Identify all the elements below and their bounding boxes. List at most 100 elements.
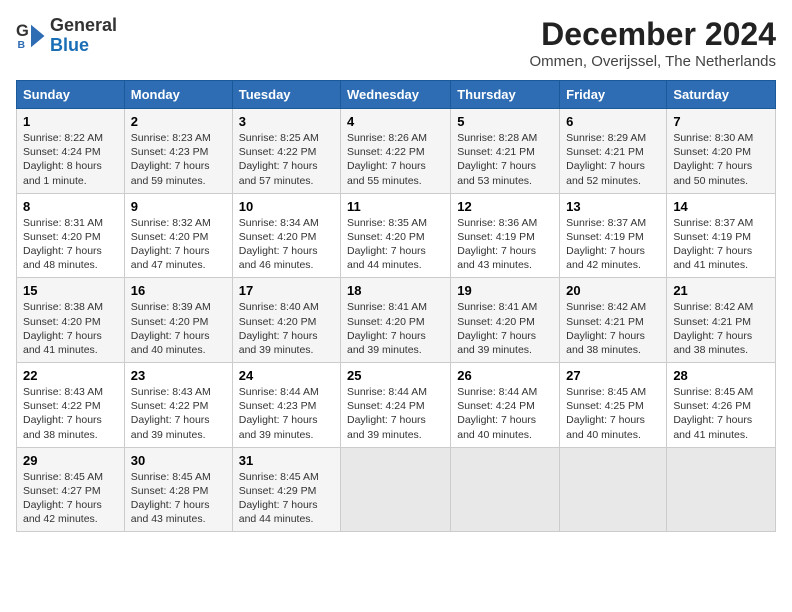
day-info: Sunrise: 8:37 AM Sunset: 4:19 PM Dayligh… bbox=[673, 216, 769, 273]
calendar-cell: 24 Sunrise: 8:44 AM Sunset: 4:23 PM Dayli… bbox=[232, 363, 340, 448]
calendar-cell: 16 Sunrise: 8:39 AM Sunset: 4:20 PM Dayli… bbox=[124, 278, 232, 363]
day-info: Sunrise: 8:41 AM Sunset: 4:20 PM Dayligh… bbox=[457, 300, 553, 357]
day-info: Sunrise: 8:28 AM Sunset: 4:21 PM Dayligh… bbox=[457, 131, 553, 188]
day-of-week-saturday: Saturday bbox=[667, 81, 776, 109]
calendar-cell: 26 Sunrise: 8:44 AM Sunset: 4:24 PM Dayli… bbox=[451, 363, 560, 448]
day-number: 30 bbox=[131, 453, 226, 468]
calendar-cell: 20 Sunrise: 8:42 AM Sunset: 4:21 PM Dayli… bbox=[560, 278, 667, 363]
day-info: Sunrise: 8:31 AM Sunset: 4:20 PM Dayligh… bbox=[23, 216, 118, 273]
day-number: 11 bbox=[347, 199, 444, 214]
logo-icon: G B bbox=[16, 21, 46, 51]
day-number: 17 bbox=[239, 283, 334, 298]
day-number: 29 bbox=[23, 453, 118, 468]
calendar-cell bbox=[341, 447, 451, 532]
day-info: Sunrise: 8:44 AM Sunset: 4:24 PM Dayligh… bbox=[347, 385, 444, 442]
calendar-cell: 25Sunrise: 8:44 AM Sunset: 4:24 PM Dayli… bbox=[341, 363, 451, 448]
logo-blue-text: Blue bbox=[50, 36, 117, 56]
day-info: Sunrise: 8:41 AM Sunset: 4:20 PM Dayligh… bbox=[347, 300, 444, 357]
calendar-cell: 31Sunrise: 8:45 AM Sunset: 4:29 PM Dayli… bbox=[232, 447, 340, 532]
day-number: 8 bbox=[23, 199, 118, 214]
calendar-week-1: 1Sunrise: 8:22 AM Sunset: 4:24 PM Daylig… bbox=[17, 109, 776, 194]
day-number: 28 bbox=[673, 368, 769, 383]
calendar-week-5: 29 Sunrise: 8:45 AM Sunset: 4:27 PM Dayli… bbox=[17, 447, 776, 532]
day-info: Sunrise: 8:45 AM Sunset: 4:29 PM Dayligh… bbox=[239, 470, 334, 527]
day-number: 4 bbox=[347, 114, 444, 129]
day-number: 5 bbox=[457, 114, 553, 129]
day-of-week-sunday: Sunday bbox=[17, 81, 125, 109]
calendar-cell: 11 Sunrise: 8:35 AM Sunset: 4:20 PM Dayli… bbox=[341, 193, 451, 278]
day-info: Sunrise: 8:30 AM Sunset: 4:20 PM Dayligh… bbox=[673, 131, 769, 188]
day-info: Sunrise: 8:37 AM Sunset: 4:19 PM Dayligh… bbox=[566, 216, 660, 273]
day-number: 18 bbox=[347, 283, 444, 298]
day-number: 12 bbox=[457, 199, 553, 214]
svg-text:B: B bbox=[18, 39, 26, 51]
calendar-cell: 6Sunrise: 8:29 AM Sunset: 4:21 PM Daylig… bbox=[560, 109, 667, 194]
calendar-cell bbox=[560, 447, 667, 532]
day-info: Sunrise: 8:45 AM Sunset: 4:28 PM Dayligh… bbox=[131, 470, 226, 527]
day-info: Sunrise: 8:32 AM Sunset: 4:20 PM Dayligh… bbox=[131, 216, 226, 273]
calendar-cell: 1Sunrise: 8:22 AM Sunset: 4:24 PM Daylig… bbox=[17, 109, 125, 194]
day-number: 14 bbox=[673, 199, 769, 214]
calendar-week-3: 15 Sunrise: 8:38 AM Sunset: 4:20 PM Dayli… bbox=[17, 278, 776, 363]
calendar-cell: 15 Sunrise: 8:38 AM Sunset: 4:20 PM Dayli… bbox=[17, 278, 125, 363]
day-info: Sunrise: 8:44 AM Sunset: 4:24 PM Dayligh… bbox=[457, 385, 553, 442]
calendar-cell: 8 Sunrise: 8:31 AM Sunset: 4:20 PM Daylig… bbox=[17, 193, 125, 278]
calendar-cell: 23Sunrise: 8:43 AM Sunset: 4:22 PM Dayli… bbox=[124, 363, 232, 448]
calendar-cell: 29 Sunrise: 8:45 AM Sunset: 4:27 PM Dayli… bbox=[17, 447, 125, 532]
page-header: G B General Blue December 2024 Ommen, Ov… bbox=[16, 16, 776, 70]
day-of-week-tuesday: Tuesday bbox=[232, 81, 340, 109]
day-info: Sunrise: 8:40 AM Sunset: 4:20 PM Dayligh… bbox=[239, 300, 334, 357]
day-number: 24 bbox=[239, 368, 334, 383]
day-info: Sunrise: 8:26 AM Sunset: 4:22 PM Dayligh… bbox=[347, 131, 444, 188]
calendar-cell: 19Sunrise: 8:41 AM Sunset: 4:20 PM Dayli… bbox=[451, 278, 560, 363]
day-number: 15 bbox=[23, 283, 118, 298]
day-number: 20 bbox=[566, 283, 660, 298]
day-info: Sunrise: 8:23 AM Sunset: 4:23 PM Dayligh… bbox=[131, 131, 226, 188]
day-info: Sunrise: 8:44 AM Sunset: 4:23 PM Dayligh… bbox=[239, 385, 334, 442]
calendar-week-2: 8 Sunrise: 8:31 AM Sunset: 4:20 PM Daylig… bbox=[17, 193, 776, 278]
day-number: 1 bbox=[23, 114, 118, 129]
svg-text:G: G bbox=[16, 22, 29, 40]
day-info: Sunrise: 8:34 AM Sunset: 4:20 PM Dayligh… bbox=[239, 216, 334, 273]
day-number: 2 bbox=[131, 114, 226, 129]
calendar-cell bbox=[451, 447, 560, 532]
day-of-week-monday: Monday bbox=[124, 81, 232, 109]
calendar-cell: 13Sunrise: 8:37 AM Sunset: 4:19 PM Dayli… bbox=[560, 193, 667, 278]
month-title: December 2024 bbox=[530, 16, 776, 53]
day-info: Sunrise: 8:45 AM Sunset: 4:27 PM Dayligh… bbox=[23, 470, 118, 527]
calendar-cell: 14 Sunrise: 8:37 AM Sunset: 4:19 PM Dayli… bbox=[667, 193, 776, 278]
day-number: 27 bbox=[566, 368, 660, 383]
calendar-cell: 17 Sunrise: 8:40 AM Sunset: 4:20 PM Dayli… bbox=[232, 278, 340, 363]
day-number: 26 bbox=[457, 368, 553, 383]
day-number: 6 bbox=[566, 114, 660, 129]
day-number: 21 bbox=[673, 283, 769, 298]
calendar-week-4: 22 Sunrise: 8:43 AM Sunset: 4:22 PM Dayli… bbox=[17, 363, 776, 448]
day-number: 10 bbox=[239, 199, 334, 214]
day-info: Sunrise: 8:42 AM Sunset: 4:21 PM Dayligh… bbox=[673, 300, 769, 357]
day-info: Sunrise: 8:25 AM Sunset: 4:22 PM Dayligh… bbox=[239, 131, 334, 188]
calendar-cell: 2 Sunrise: 8:23 AM Sunset: 4:23 PM Daylig… bbox=[124, 109, 232, 194]
day-info: Sunrise: 8:45 AM Sunset: 4:26 PM Dayligh… bbox=[673, 385, 769, 442]
day-info: Sunrise: 8:38 AM Sunset: 4:20 PM Dayligh… bbox=[23, 300, 118, 357]
day-info: Sunrise: 8:43 AM Sunset: 4:22 PM Dayligh… bbox=[131, 385, 226, 442]
day-number: 16 bbox=[131, 283, 226, 298]
calendar-cell: 30 Sunrise: 8:45 AM Sunset: 4:28 PM Dayli… bbox=[124, 447, 232, 532]
day-header-row: SundayMondayTuesdayWednesdayThursdayFrid… bbox=[17, 81, 776, 109]
logo-general-text: General bbox=[50, 16, 117, 36]
day-info: Sunrise: 8:39 AM Sunset: 4:20 PM Dayligh… bbox=[131, 300, 226, 357]
calendar-cell: 22 Sunrise: 8:43 AM Sunset: 4:22 PM Dayli… bbox=[17, 363, 125, 448]
day-of-week-thursday: Thursday bbox=[451, 81, 560, 109]
calendar-header: SundayMondayTuesdayWednesdayThursdayFrid… bbox=[17, 81, 776, 109]
day-number: 3 bbox=[239, 114, 334, 129]
day-info: Sunrise: 8:43 AM Sunset: 4:22 PM Dayligh… bbox=[23, 385, 118, 442]
title-block: December 2024 Ommen, Overijssel, The Net… bbox=[530, 16, 776, 70]
day-info: Sunrise: 8:35 AM Sunset: 4:20 PM Dayligh… bbox=[347, 216, 444, 273]
calendar-cell: 27Sunrise: 8:45 AM Sunset: 4:25 PM Dayli… bbox=[560, 363, 667, 448]
calendar-cell bbox=[667, 447, 776, 532]
day-info: Sunrise: 8:42 AM Sunset: 4:21 PM Dayligh… bbox=[566, 300, 660, 357]
day-number: 9 bbox=[131, 199, 226, 214]
calendar-cell: 9 Sunrise: 8:32 AM Sunset: 4:20 PM Daylig… bbox=[124, 193, 232, 278]
day-info: Sunrise: 8:36 AM Sunset: 4:19 PM Dayligh… bbox=[457, 216, 553, 273]
calendar-cell: 4 Sunrise: 8:26 AM Sunset: 4:22 PM Daylig… bbox=[341, 109, 451, 194]
day-number: 22 bbox=[23, 368, 118, 383]
